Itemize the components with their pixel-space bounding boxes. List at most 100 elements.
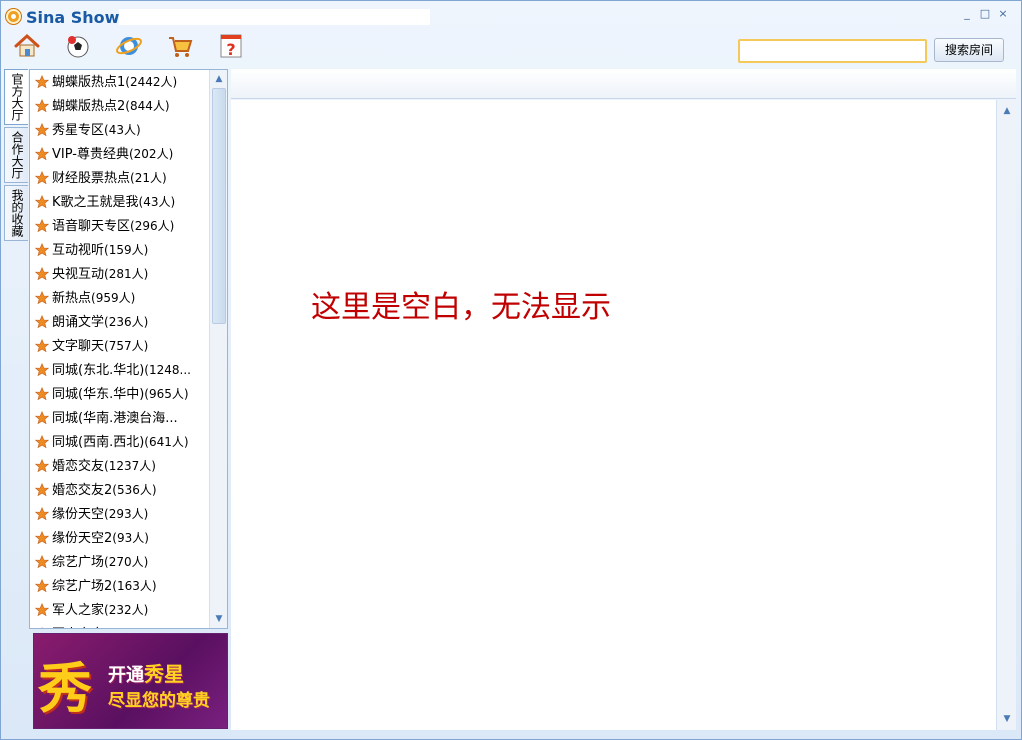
- room-name: 缘份天空: [52, 507, 105, 522]
- content-scrollbar[interactable]: ▲ ▼: [996, 100, 1016, 730]
- banner-line1-highlight: 秀星: [144, 662, 184, 686]
- tab-partner-hall[interactable]: 合作大厅: [4, 127, 28, 183]
- room-name: 同城(西南.西北): [52, 435, 145, 450]
- side-tabs: 官方大厅 合作大厅 我的收藏: [4, 69, 29, 243]
- star-icon: [35, 75, 49, 89]
- star-icon: [41, 627, 43, 628]
- minimize-button[interactable]: _: [961, 8, 973, 20]
- room-list-item[interactable]: 同城(东北.华北)(1248...: [30, 358, 210, 382]
- room-list-item[interactable]: 综艺广场2(163人): [30, 574, 210, 598]
- room-list-item[interactable]: 综艺广场(270人): [30, 550, 210, 574]
- room-name: 文字聊天: [52, 339, 105, 354]
- app-window: Sina Show _ □ × ? 搜索房间 官方大厅 合作大厅 我的收藏 蝴蝶…: [0, 0, 1022, 740]
- room-list-item[interactable]: 缘份天空2(93人): [30, 526, 210, 550]
- star-icon: [35, 435, 49, 449]
- room-list-item[interactable]: 婚恋交友2(536人): [30, 478, 210, 502]
- room-list-item[interactable]: 军人之家(232人): [30, 598, 210, 622]
- title-bar[interactable]: Sina Show _ □ ×: [1, 1, 1021, 31]
- room-name: 缘份天空2: [52, 531, 113, 546]
- home-icon: [14, 33, 40, 57]
- star-icon: [35, 531, 49, 545]
- browser-button[interactable]: [115, 32, 143, 60]
- banner-big-character: 秀: [38, 656, 92, 720]
- room-count: (281人): [104, 267, 149, 281]
- scroll-thumb[interactable]: [212, 88, 226, 324]
- room-count: (293人): [104, 507, 149, 521]
- room-list-item[interactable]: 同城(西南.西北)(641人): [30, 430, 210, 454]
- room-list-item[interactable]: 央视互动(281人): [30, 262, 210, 286]
- room-list-item[interactable]: 蝴蝶版热点1(2442人): [30, 70, 210, 94]
- content-area: 这里是空白，无法显示 ▲ ▼: [231, 100, 1016, 730]
- room-count: (641人): [144, 435, 189, 449]
- room-name: 央视互动: [52, 267, 105, 282]
- room-count: (1237人): [104, 459, 156, 473]
- room-list-item[interactable]: K歌之王就是我(43人): [30, 190, 210, 214]
- star-icon: [35, 99, 49, 113]
- star-icon: [35, 195, 49, 209]
- star-icon: [35, 387, 49, 401]
- room-name: 财经股票热点: [52, 171, 131, 186]
- star-icon: [35, 579, 49, 593]
- maximize-button[interactable]: □: [979, 8, 991, 20]
- scroll-up-arrow-icon[interactable]: ▲: [212, 72, 226, 86]
- room-name: 同城(华东.华中): [52, 387, 145, 402]
- game-button[interactable]: [64, 32, 92, 60]
- room-list-item[interactable]: VIP-尊贵经典(202人): [30, 142, 210, 166]
- room-list-item[interactable]: 同城(华东.华中)(965人): [30, 382, 210, 406]
- star-icon: [35, 339, 49, 353]
- room-count: (43人): [104, 123, 141, 137]
- room-name: 军人之家2: [52, 627, 112, 628]
- room-count: (1248...: [144, 363, 191, 377]
- search-input[interactable]: [738, 39, 927, 63]
- star-icon: [35, 363, 49, 377]
- close-button[interactable]: ×: [997, 8, 1009, 20]
- window-title: Sina Show: [26, 8, 120, 27]
- room-list-scrollbar[interactable]: ▲ ▼: [209, 70, 227, 628]
- help-button[interactable]: ?: [217, 32, 245, 60]
- star-icon: [35, 243, 49, 257]
- room-name: 互动视听: [52, 243, 105, 258]
- room-list-item[interactable]: 婚恋交友(1237人): [30, 454, 210, 478]
- toolbar: ?: [13, 32, 245, 62]
- empty-content-message: 这里是空白，无法显示: [311, 290, 611, 325]
- banner-line1: 开通秀星: [108, 658, 184, 687]
- room-list-item[interactable]: 财经股票热点(21人): [30, 166, 210, 190]
- room-list-item[interactable]: 缘份天空(293人): [30, 502, 210, 526]
- room-list-item[interactable]: 军人之家2(103人): [30, 622, 210, 628]
- room-list-item[interactable]: 语音聊天专区(296人): [30, 214, 210, 238]
- room-count: (296人): [130, 219, 175, 233]
- search-room-button[interactable]: 搜索房间: [934, 38, 1004, 62]
- shop-button[interactable]: [166, 32, 194, 60]
- vip-promo-banner[interactable]: 秀 开通秀星 尽显您的尊贵: [33, 633, 228, 729]
- room-list-item[interactable]: 互动视听(159人): [30, 238, 210, 262]
- room-name: 军人之家: [52, 603, 105, 618]
- room-count: (757人): [104, 339, 149, 353]
- room-list-item[interactable]: 秀星专区(43人): [30, 118, 210, 142]
- room-list-item[interactable]: 同城(华南.港澳台海...: [30, 406, 210, 430]
- home-button[interactable]: [13, 32, 41, 60]
- room-name: 婚恋交友: [52, 459, 105, 474]
- tab-official-hall[interactable]: 官方大厅: [4, 69, 28, 125]
- room-list-item[interactable]: 朗诵文学(236人): [30, 310, 210, 334]
- room-name: 语音聊天专区: [52, 219, 131, 234]
- star-icon: [35, 219, 49, 233]
- star-icon: [35, 483, 49, 497]
- room-list-item[interactable]: 蝴蝶版热点2(844人): [30, 94, 210, 118]
- svg-text:?: ?: [226, 40, 235, 59]
- room-list-item[interactable]: 文字聊天(757人): [30, 334, 210, 358]
- room-count: (844人): [125, 99, 170, 113]
- room-name: 蝴蝶版热点1: [52, 75, 126, 90]
- room-count: (159人): [104, 243, 149, 257]
- content-scroll-down-icon[interactable]: ▼: [1000, 712, 1014, 726]
- room-count: (21人): [130, 171, 167, 185]
- tab-my-favorites[interactable]: 我的收藏: [4, 185, 28, 241]
- scroll-down-arrow-icon[interactable]: ▼: [212, 612, 226, 626]
- room-list-item[interactable]: 新热点(959人): [30, 286, 210, 310]
- window-controls: _ □ ×: [961, 8, 1009, 20]
- room-name: K歌之王就是我: [52, 195, 139, 210]
- content-scroll-up-icon[interactable]: ▲: [1000, 104, 1014, 118]
- room-count: (2442人): [125, 75, 178, 89]
- room-name: 秀星专区: [52, 123, 105, 138]
- shopping-cart-icon: [169, 37, 193, 57]
- room-name: 蝴蝶版热点2: [52, 99, 126, 114]
